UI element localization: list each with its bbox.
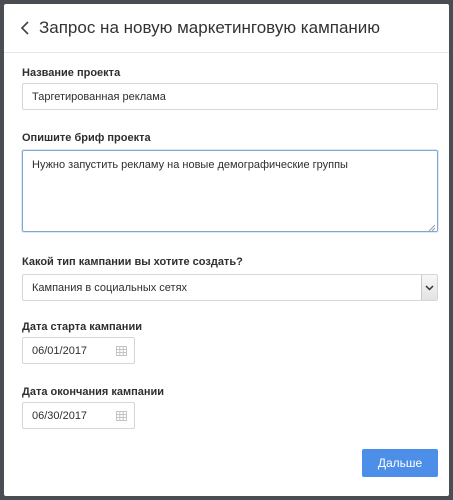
next-button[interactable]: Дальше [362, 449, 438, 477]
calendar-icon[interactable] [116, 411, 127, 421]
end-date-value: 06/30/2017 [32, 409, 88, 422]
project-name-value: Таргетированная реклама [32, 90, 166, 103]
page-title: Запрос на новую маркетинговую кампанию [39, 18, 381, 37]
project-name-label: Название проекта [22, 67, 121, 79]
brief-value: Нужно запустить рекламу на новые демогра… [32, 159, 348, 171]
end-date-label: Дата окончания кампании [22, 386, 165, 398]
chevron-left-icon[interactable] [18, 18, 34, 38]
chevron-down-icon[interactable] [421, 275, 437, 300]
campaign-type-select[interactable]: Кампания в социальных сетях [22, 274, 438, 301]
start-date-input[interactable]: 06/01/2017 [22, 337, 135, 364]
page-header: Запрос на новую маркетинговую кампанию [4, 4, 449, 53]
start-date-value: 06/01/2017 [32, 344, 88, 357]
campaign-type-label: Какой тип кампании вы хотите создать? [22, 256, 243, 268]
campaign-type-value: Кампания в социальных сетях [32, 281, 188, 294]
brief-label: Опишите бриф проекта [22, 132, 151, 144]
start-date-label: Дата старта кампании [22, 321, 142, 333]
request-form-card: Запрос на новую маркетинговую кампанию Н… [4, 4, 449, 496]
resize-grip-icon[interactable] [428, 222, 436, 232]
calendar-icon[interactable] [116, 346, 127, 356]
project-name-input[interactable]: Таргетированная реклама [22, 83, 438, 110]
brief-textarea[interactable]: Нужно запустить рекламу на новые демогра… [22, 150, 438, 232]
end-date-input[interactable]: 06/30/2017 [22, 402, 135, 429]
